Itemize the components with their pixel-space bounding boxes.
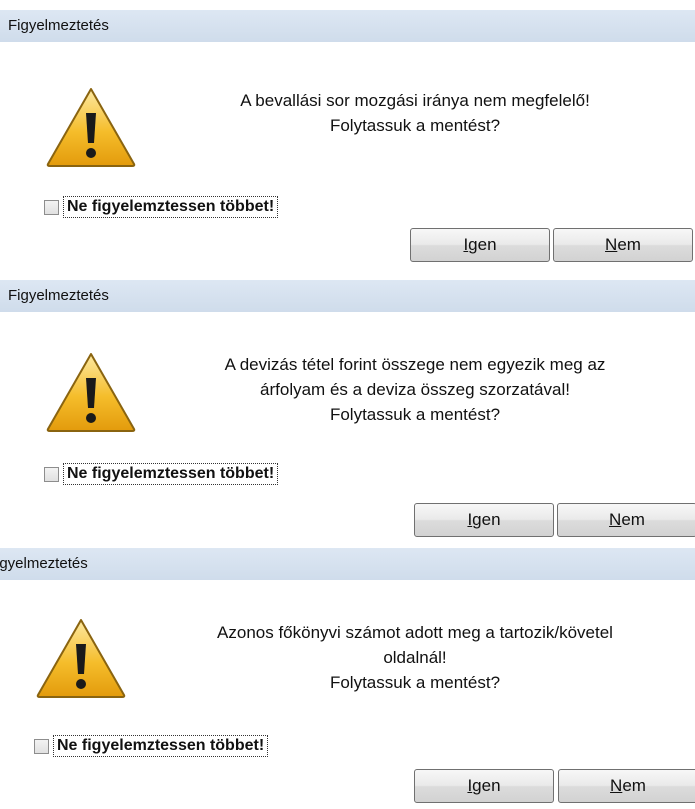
warning-triangle-icon [36,619,126,698]
warning-triangle-icon [46,353,136,432]
dont-warn-checkbox-row[interactable]: Ne figyelemztessen többet! [44,196,279,218]
yes-button[interactable]: Igen [414,769,554,803]
dont-warn-checkbox[interactable] [44,466,59,482]
warning-dialog-2: Figyelmeztetés A devizás tétel forint ös… [0,280,695,542]
no-button[interactable]: Nem [558,769,695,803]
dialog-title: Figyelmeztetés [0,10,695,42]
dialog-message: A bevallási sor mozgási iránya nem megfe… [160,88,670,138]
yes-label-rest: gen [472,776,501,795]
yes-label-rest: gen [472,510,501,529]
no-mnemonic: N [609,510,622,529]
no-mnemonic: N [605,235,618,254]
message-line: árfolyam és a deviza összeg szorzatával! [260,380,570,399]
dont-warn-label[interactable]: Ne figyelemztessen többet! [62,196,279,218]
dont-warn-label[interactable]: Ne figyelemztessen többet! [62,463,279,485]
warning-dialog-1: Figyelmeztetés A bevallási sor mozgási i… [0,10,695,272]
dialog-title: igyelmeztetés [0,548,695,580]
dont-warn-checkbox-row[interactable]: Ne figyelemztessen többet! [34,735,269,757]
message-line: Folytassuk a mentést? [329,673,501,692]
yes-button[interactable]: Igen [414,503,554,537]
dont-warn-label[interactable]: Ne figyelemztessen többet! [52,735,269,757]
yes-button[interactable]: Igen [410,228,550,262]
no-button[interactable]: Nem [557,503,695,537]
no-mnemonic: N [610,776,623,795]
dialog-title: Figyelmeztetés [0,280,695,312]
dont-warn-checkbox[interactable] [34,738,49,754]
message-line: Folytassuk a mentést? [329,405,501,424]
no-label-rest: em [621,510,645,529]
no-label-rest: em [622,776,646,795]
warning-dialog-3: igyelmeztetés Azonos főkönyvi számot ado… [0,548,695,809]
message-line: oldalnál! [383,648,447,667]
message-line: Azonos főkönyvi számot adott meg a tarto… [217,623,613,642]
no-label-rest: em [617,235,641,254]
message-line: A bevallási sor mozgási iránya nem megfe… [240,91,590,110]
message-line: Folytassuk a mentést? [329,116,501,135]
no-button[interactable]: Nem [553,228,693,262]
warning-triangle-icon [46,88,136,167]
dont-warn-checkbox[interactable] [44,199,59,215]
dialog-message: A devizás tétel forint összege nem egyez… [160,352,670,427]
dont-warn-checkbox-row[interactable]: Ne figyelemztessen többet! [44,463,279,485]
dialog-message: Azonos főkönyvi számot adott meg a tarto… [160,620,670,695]
message-line: A devizás tétel forint összege nem egyez… [224,355,606,374]
yes-label-rest: gen [468,235,497,254]
